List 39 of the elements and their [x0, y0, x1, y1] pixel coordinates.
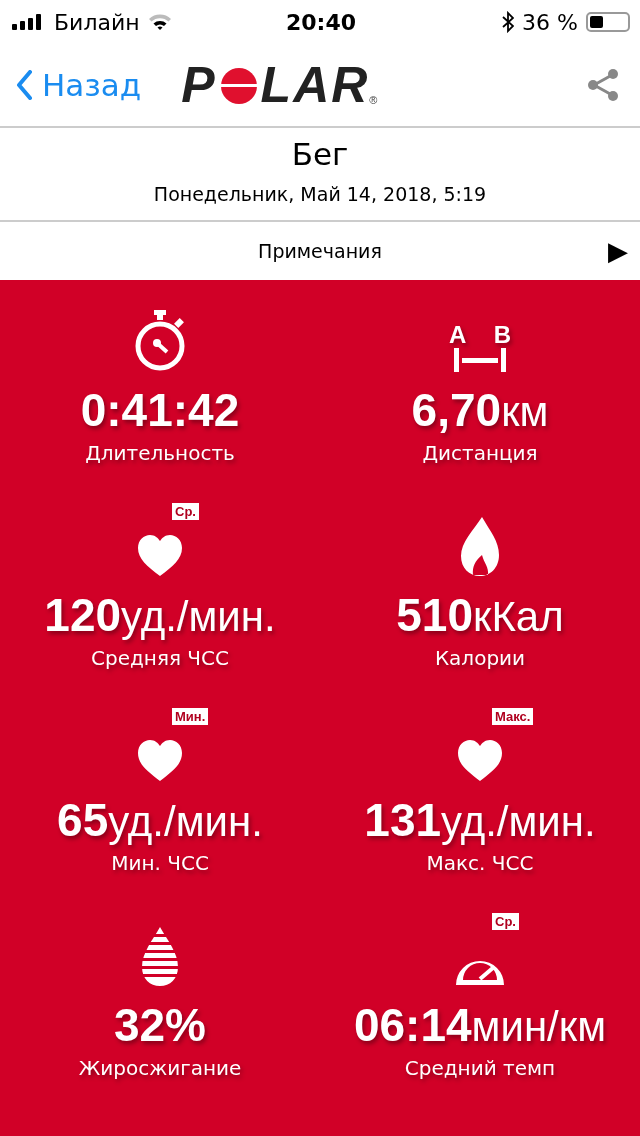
- chevron-left-icon: [16, 70, 32, 100]
- metric-label: Длительность: [85, 440, 235, 467]
- fat-drop-icon: [140, 927, 180, 987]
- badge-label: Ср.: [492, 913, 519, 930]
- metric-label: Средний темп: [404, 1055, 556, 1082]
- play-arrow-icon: ▶: [608, 236, 628, 266]
- metric-value: 131уд./мин.: [364, 794, 596, 846]
- metric-label: Макс. ЧСС: [426, 850, 534, 877]
- wifi-icon: [147, 13, 172, 31]
- badge-label: Ср.: [172, 503, 199, 520]
- share-icon[interactable]: [586, 69, 620, 101]
- flame-icon: [460, 517, 500, 577]
- notes-label: Примечания: [258, 240, 382, 262]
- metric-value: 6,70км: [411, 384, 549, 436]
- metric-value: 510кКал: [396, 589, 564, 641]
- notes-row[interactable]: Примечания ▶: [0, 222, 640, 280]
- metric-label: Калории: [434, 645, 526, 672]
- metric-value: 120уд./мин.: [44, 589, 276, 641]
- logo: P LAR®: [181, 64, 378, 106]
- metric-label: Средняя ЧСС: [91, 645, 229, 672]
- heart-icon: [137, 740, 183, 782]
- bluetooth-icon: [502, 11, 515, 33]
- battery-percent: 36 %: [522, 9, 578, 35]
- clock: 20:40: [286, 9, 356, 35]
- badge-label: Макс.: [492, 708, 534, 725]
- heart-icon: [137, 535, 183, 577]
- metric-value: 06:14мин/км: [353, 999, 607, 1051]
- activity-date: Понедельник, Май 14, 2018, 5:19: [153, 182, 487, 207]
- badge-label: Мин.: [172, 708, 209, 725]
- activity-title: Бег: [291, 135, 349, 174]
- heart-icon: [457, 740, 503, 782]
- metric-value: 0:41:42: [80, 384, 240, 436]
- metric-value: 32%: [113, 999, 207, 1051]
- carrier-name: Билайн: [54, 9, 140, 35]
- metric-label: Дистанция: [422, 440, 538, 467]
- metric-label: Жиросжигание: [78, 1055, 242, 1082]
- battery-icon: [586, 12, 630, 32]
- metric-value: 65уд./мин.: [57, 794, 263, 846]
- metric-label: Мин. ЧСС: [111, 850, 209, 877]
